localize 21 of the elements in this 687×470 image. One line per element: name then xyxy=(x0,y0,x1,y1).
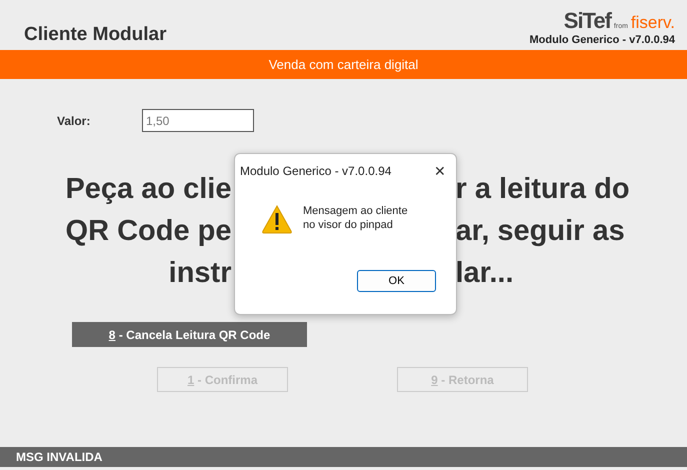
message-text: QR Code pe xyxy=(66,214,232,248)
dialog-title: Modulo Generico - v7.0.0.94 xyxy=(240,164,392,178)
app-title: Cliente Modular xyxy=(24,24,167,46)
message-text: r a leitura do xyxy=(456,172,630,206)
dialog-message: no visor do pinpad xyxy=(303,218,394,232)
dialog-message: Mensagem ao cliente xyxy=(303,204,408,218)
brand-logo: SiTef xyxy=(564,8,611,34)
status-bar: MSG INVALIDA xyxy=(0,447,687,467)
message-text: instr xyxy=(168,256,232,290)
message-text: lar... xyxy=(456,256,514,290)
message-text: ar, seguir as xyxy=(456,214,625,248)
cancel-button[interactable]: 8 - Cancela Leitura QR Code xyxy=(72,322,307,347)
warning-icon xyxy=(261,204,293,234)
close-button[interactable]: ✕ xyxy=(434,163,446,179)
ok-button[interactable]: OK xyxy=(357,270,436,292)
banner: Venda com carteira digital xyxy=(0,50,687,79)
amount-label: Valor: xyxy=(57,114,92,128)
amount-field[interactable]: 1,50 xyxy=(142,109,254,132)
partner-logo: fiserv. xyxy=(630,13,675,33)
version-label: Modulo Generico - v7.0.0.94 xyxy=(530,34,675,46)
message-text: Peça ao clie xyxy=(65,172,232,206)
